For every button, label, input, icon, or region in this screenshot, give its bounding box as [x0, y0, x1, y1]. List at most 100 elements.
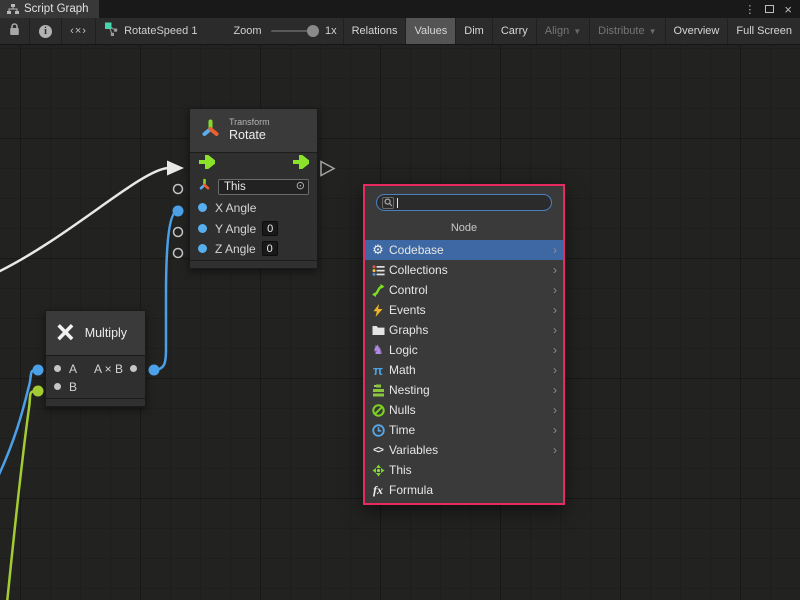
transform-icon [200, 118, 221, 144]
tab-script-graph[interactable]: Script Graph [0, 0, 99, 18]
finder-list-item[interactable]: ⚙ Codebase › [365, 240, 563, 260]
node-footer [46, 398, 145, 406]
z-angle-port[interactable] [198, 244, 207, 253]
finder-list-item[interactable]: fx Formula › [365, 480, 563, 500]
finder-list-item[interactable]: Control › [365, 280, 563, 300]
x-angle-port-row: X Angle [190, 197, 317, 218]
zoom-slider-handle[interactable] [307, 25, 319, 37]
finder-item-label: Events [389, 303, 426, 317]
gear-icon: ⚙ [370, 242, 386, 258]
pi-icon: π [370, 363, 386, 378]
finder-list-item[interactable]: Events › [365, 300, 563, 320]
node-multiply-header[interactable]: × Multiply [46, 311, 145, 356]
finder-item-label: Graphs [389, 323, 428, 337]
this-object-field[interactable]: This ⊙ [218, 179, 309, 195]
control-port-row [190, 153, 317, 176]
finder-item-label: Nulls [389, 403, 416, 417]
transform-mini-icon [198, 178, 211, 196]
search-input[interactable] [376, 194, 552, 211]
finder-item-label: Codebase [389, 243, 444, 257]
finder-header: Node [365, 215, 563, 240]
toolbar-button-label: Full Screen [736, 25, 792, 37]
edit-graph-button[interactable]: ‹×› [62, 18, 96, 45]
finder-list-item[interactable]: Collections › [365, 260, 563, 280]
variables-icon: <> [370, 445, 386, 456]
node-rotate[interactable]: Transform Rotate This ⊙ X Angle Y Angle … [189, 108, 318, 269]
node-multiply[interactable]: × Multiply A A × B B [45, 310, 146, 407]
node-rotate-header[interactable]: Transform Rotate [190, 109, 317, 153]
finder-list-item[interactable]: π Math › [365, 360, 563, 380]
toolbar-button[interactable]: Full Screen ▼ [727, 18, 800, 45]
toolbar-button-label: Align [545, 25, 569, 37]
search-icon-box [382, 197, 394, 209]
finder-item-label: Formula [389, 483, 433, 497]
y-angle-port[interactable] [198, 224, 207, 233]
chevron-right-icon: › [553, 403, 557, 417]
chevron-right-icon: › [553, 243, 557, 257]
input-a-port[interactable] [54, 365, 61, 372]
toolbar-button[interactable]: Distribute ▼ [589, 18, 664, 45]
output-port[interactable] [130, 365, 137, 372]
tab-bar: Script Graph ⋮ × [0, 0, 800, 18]
finder-list-item[interactable]: Graphs › [365, 320, 563, 340]
control-output-arrow-icon[interactable] [292, 155, 309, 174]
chevron-right-icon: › [553, 283, 557, 297]
angle-x-icon: ‹×› [70, 25, 87, 37]
graph-reference-label: RotateSpeed 1 [124, 25, 197, 37]
chevron-right-icon: › [553, 343, 557, 357]
folder-icon [370, 325, 386, 336]
info-icon: i [39, 25, 52, 38]
finder-list-item[interactable]: ♞ Logic › [365, 340, 563, 360]
toolbar-button-label: Relations [352, 25, 398, 37]
finder-item-label: This [389, 463, 412, 477]
y-angle-port-row: Y Angle 0 [190, 218, 317, 239]
object-picker-icon[interactable]: ⊙ [296, 181, 305, 192]
toolbar-button-label: Dim [464, 25, 484, 37]
graph-breadcrumb[interactable]: RotateSpeed 1 [96, 22, 207, 40]
formula-icon: fx [370, 483, 386, 498]
toolbar-button-label: Values [414, 25, 447, 37]
finder-list-item[interactable]: Time › [365, 420, 563, 440]
toolbar-button[interactable]: Carry ▼ [492, 18, 536, 45]
inspect-button[interactable]: i [30, 18, 62, 45]
window-controls: ⋮ × [744, 0, 800, 18]
toolbar-button[interactable]: Overview ▼ [665, 18, 728, 45]
toolbar-button[interactable]: Values ▼ [405, 18, 455, 45]
this-port-row: This ⊙ [190, 176, 317, 197]
finder-item-label: Collections [389, 263, 448, 277]
chevron-down-icon: ▼ [649, 27, 657, 36]
lock-button[interactable] [0, 18, 30, 45]
control-input-arrow-icon[interactable] [198, 155, 215, 174]
finder-list-item[interactable]: <> Variables › [365, 440, 563, 460]
toolbar-button[interactable]: Dim ▼ [455, 18, 492, 45]
null-icon [370, 404, 386, 417]
input-a-label: A [69, 362, 77, 376]
z-angle-value-field[interactable]: 0 [262, 241, 278, 256]
toolbar-button[interactable]: Align ▼ [536, 18, 589, 45]
node-category: Transform [229, 117, 270, 128]
finder-list-item[interactable]: Nesting › [365, 380, 563, 400]
fuzzy-finder: Node ⚙ Codebase › Collections › Control … [363, 184, 565, 505]
maximize-icon[interactable] [765, 5, 774, 13]
finder-item-label: Variables [389, 443, 438, 457]
chevron-down-icon: ▼ [573, 27, 581, 36]
zoom-slider[interactable] [271, 30, 317, 32]
node-title: Rotate [229, 128, 270, 144]
y-angle-value-field[interactable]: 0 [262, 221, 278, 236]
control-icon [370, 284, 386, 297]
finder-list-item[interactable]: Nulls › [365, 400, 563, 420]
toolbar-button[interactable]: Relations ▼ [343, 18, 406, 45]
finder-list-item[interactable]: This › [365, 460, 563, 480]
menu-icon[interactable]: ⋮ [744, 3, 755, 16]
z-angle-label: Z Angle [215, 242, 256, 256]
clock-icon [370, 424, 386, 437]
zoom-value: 1x [325, 25, 337, 37]
lock-icon [9, 23, 20, 39]
finder-item-label: Math [389, 363, 416, 377]
toolbar-button-label: Distribute [598, 25, 644, 37]
toolbar-button-label: Carry [501, 25, 528, 37]
input-b-port[interactable] [54, 383, 61, 390]
node-title: Multiply [85, 326, 127, 340]
close-icon[interactable]: × [784, 3, 792, 16]
x-angle-port[interactable] [198, 203, 207, 212]
